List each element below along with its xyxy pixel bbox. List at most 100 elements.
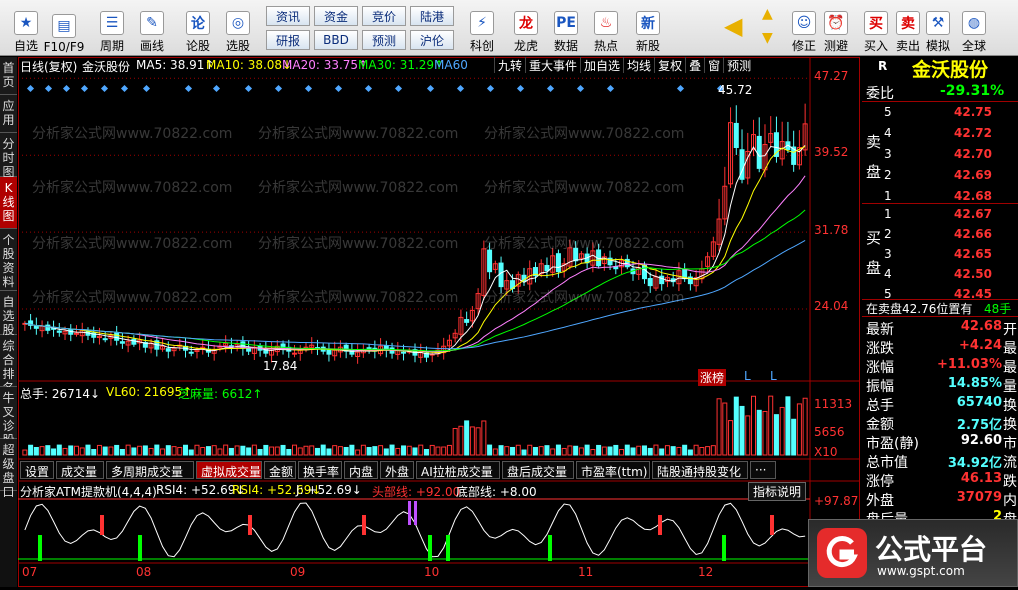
quick-button-0[interactable]: 资讯 <box>266 6 310 26</box>
candle-body <box>756 135 762 169</box>
sidebar-item-6[interactable]: 综合排名 <box>0 335 17 395</box>
toolbar-button-8[interactable]: PE 数据 <box>546 2 586 54</box>
event-diamond <box>486 84 495 93</box>
indicator-tab-2[interactable]: 多周期成交量 <box>106 461 194 479</box>
volume-bar <box>228 447 234 456</box>
ma20-line <box>24 175 806 353</box>
kline-top-button-4[interactable]: 复权 <box>654 57 685 73</box>
indicator-tab-5[interactable]: 换手率 <box>298 461 342 479</box>
sidebar-item-4[interactable]: 个股资料 <box>0 229 17 291</box>
sidebar-item-7[interactable]: 牛叉诊股 <box>0 387 17 447</box>
pencil-icon: ✎ <box>140 11 164 35</box>
sidebar-item-3[interactable]: K线图 <box>0 177 17 229</box>
kline-top-button-7[interactable]: 预测 <box>723 57 754 73</box>
quick-button-5[interactable]: BBD <box>314 30 358 50</box>
pe-data-icon: PE <box>554 11 578 35</box>
sidebar-item-1[interactable]: 应用 <box>0 95 17 133</box>
indicator-tab-8[interactable]: AI拉桩成交量 <box>416 461 500 479</box>
volume-bar <box>596 444 602 456</box>
kline-top-button-3[interactable]: 均线 <box>623 57 654 73</box>
quick-button-2[interactable]: 竞价 <box>362 6 406 26</box>
volume-bar <box>418 444 424 456</box>
indicator-tab-1[interactable]: 成交量 <box>56 461 104 479</box>
indicator-tab-3[interactable]: 虚拟成交量 <box>196 461 262 479</box>
toolbar-button-2[interactable]: ☰ 周期 <box>92 2 132 54</box>
order-book-row[interactable]: 4 42.72 <box>862 124 1018 144</box>
indicator-tab-6[interactable]: 内盘 <box>344 461 378 479</box>
indicator-tab-4[interactable]: 金额 <box>264 461 296 479</box>
indicator-tab-7[interactable]: 外盘 <box>380 461 414 479</box>
weibi-label: 委比 <box>866 86 894 102</box>
kline-top-button-2[interactable]: 加自选 <box>580 57 623 73</box>
toolbar-button-10[interactable]: 新新股 <box>628 2 668 54</box>
sidebar-item-0[interactable]: 首页 <box>0 57 17 95</box>
watermark-text: 分析家公式网www.70822.com <box>484 126 685 142</box>
toolbar-button-3[interactable]: ✎ 画线 <box>132 2 172 54</box>
watermark-text: 分析家公式网www.70822.com <box>258 126 459 142</box>
order-book-row[interactable]: 2 42.66 <box>862 225 1018 245</box>
volume-bar <box>297 447 303 456</box>
order-price: 42.66 <box>954 227 992 241</box>
toolbar-button-7[interactable]: 龙龙虎 <box>506 2 546 54</box>
month-tick: 10 <box>424 565 440 579</box>
indicator-tab-10[interactable]: 市盈率(ttm) <box>576 461 650 479</box>
kline-top-button-1[interactable]: 重大事件 <box>525 57 580 73</box>
kline-top-button-0[interactable]: 九转 <box>494 57 525 73</box>
up-arrow-icon[interactable]: ▲ <box>762 6 773 22</box>
toolbar-button-12[interactable]: ⏰ 测避 <box>816 2 856 54</box>
toolbar-button-0[interactable]: ★ 自选 <box>6 2 46 54</box>
indicator-tab-0[interactable]: 设置 <box>20 461 54 479</box>
toolbar-button-label: 科创 <box>469 39 494 53</box>
volume-bar <box>160 448 166 456</box>
indicator-explain-button[interactable]: 指标说明 <box>748 482 807 501</box>
sidebar-item-2[interactable]: 分时图 <box>0 133 17 179</box>
volume-bar <box>464 420 470 456</box>
volume-bar <box>165 445 171 456</box>
toolbar-button-16[interactable]: ◍ 全球 <box>954 2 994 54</box>
order-book-row[interactable]: 3 42.65 <box>862 245 1018 265</box>
down-arrow-icon[interactable]: ▼ <box>762 30 773 46</box>
order-book-row[interactable]: 3 42.70 <box>862 145 1018 165</box>
stat-side-label: 流 <box>1003 455 1017 471</box>
indicator-tab-11[interactable]: 陆股通持股变化 <box>652 461 748 479</box>
volume-bar <box>578 447 584 456</box>
volume-bar <box>39 446 45 456</box>
order-book-row[interactable]: 2 42.69 <box>862 166 1018 186</box>
quick-button-7[interactable]: 沪伦 <box>410 30 454 50</box>
globe-icon: ◍ <box>962 11 986 35</box>
indicator-tab-9[interactable]: 盘后成交量 <box>502 461 574 479</box>
sell-signal-bar <box>658 515 662 535</box>
toolbar-button-6[interactable]: ⚡ 科创 <box>462 2 502 54</box>
volume-bar <box>487 444 493 456</box>
indicator-tab-12[interactable]: ··· <box>750 461 776 479</box>
toolbar-button-4[interactable]: 论论股 <box>178 2 218 54</box>
order-book-row[interactable]: 5 42.75 <box>862 103 1018 123</box>
sidebar-item-5[interactable]: 自选股 <box>0 291 17 337</box>
toolbar-button-15[interactable]: ⚒ 模拟 <box>918 2 958 54</box>
quick-button-1[interactable]: 资金 <box>314 6 358 26</box>
kline-top-button-6[interactable]: 窗 <box>704 57 723 73</box>
toolbar-button-9[interactable]: ♨ 热点 <box>586 2 626 54</box>
toolbar-button-5[interactable]: ◎ 选股 <box>218 2 258 54</box>
j-label: J: +52.69↓ <box>296 483 362 497</box>
stat-label: 总手 <box>866 398 894 414</box>
order-level: 3 <box>884 147 892 161</box>
order-book-row[interactable]: 4 42.50 <box>862 265 1018 285</box>
toolbar-button-1[interactable]: ▤ F10/F9 <box>44 2 84 54</box>
quick-button-4[interactable]: 研报 <box>266 30 310 50</box>
kline-top-button-5[interactable]: 叠 <box>685 57 704 73</box>
quick-button-3[interactable]: 陆港 <box>410 6 454 26</box>
candle-body <box>188 351 194 354</box>
sidebar-item-8[interactable]: 超级盘口 <box>0 439 17 499</box>
candle-body <box>498 262 504 288</box>
volume-bar <box>728 420 734 456</box>
candle-body <box>119 341 125 344</box>
back-arrow-icon[interactable]: ◀ <box>724 12 742 40</box>
stat-value: 37079 <box>956 490 1002 505</box>
kline-chart-area[interactable]: 日线(复权) 金沃股份 MA5: 38.91↑ MA10: 38.08↓ MA2… <box>18 57 860 587</box>
quick-button-6[interactable]: 预测 <box>362 30 406 50</box>
order-book-row[interactable]: 1 42.67 <box>862 205 1018 225</box>
top-line-label: 头部线: +92.00 <box>372 485 461 499</box>
order-book-row[interactable]: 1 42.68 <box>862 187 1018 207</box>
stat-label: 涨停 <box>866 474 894 490</box>
